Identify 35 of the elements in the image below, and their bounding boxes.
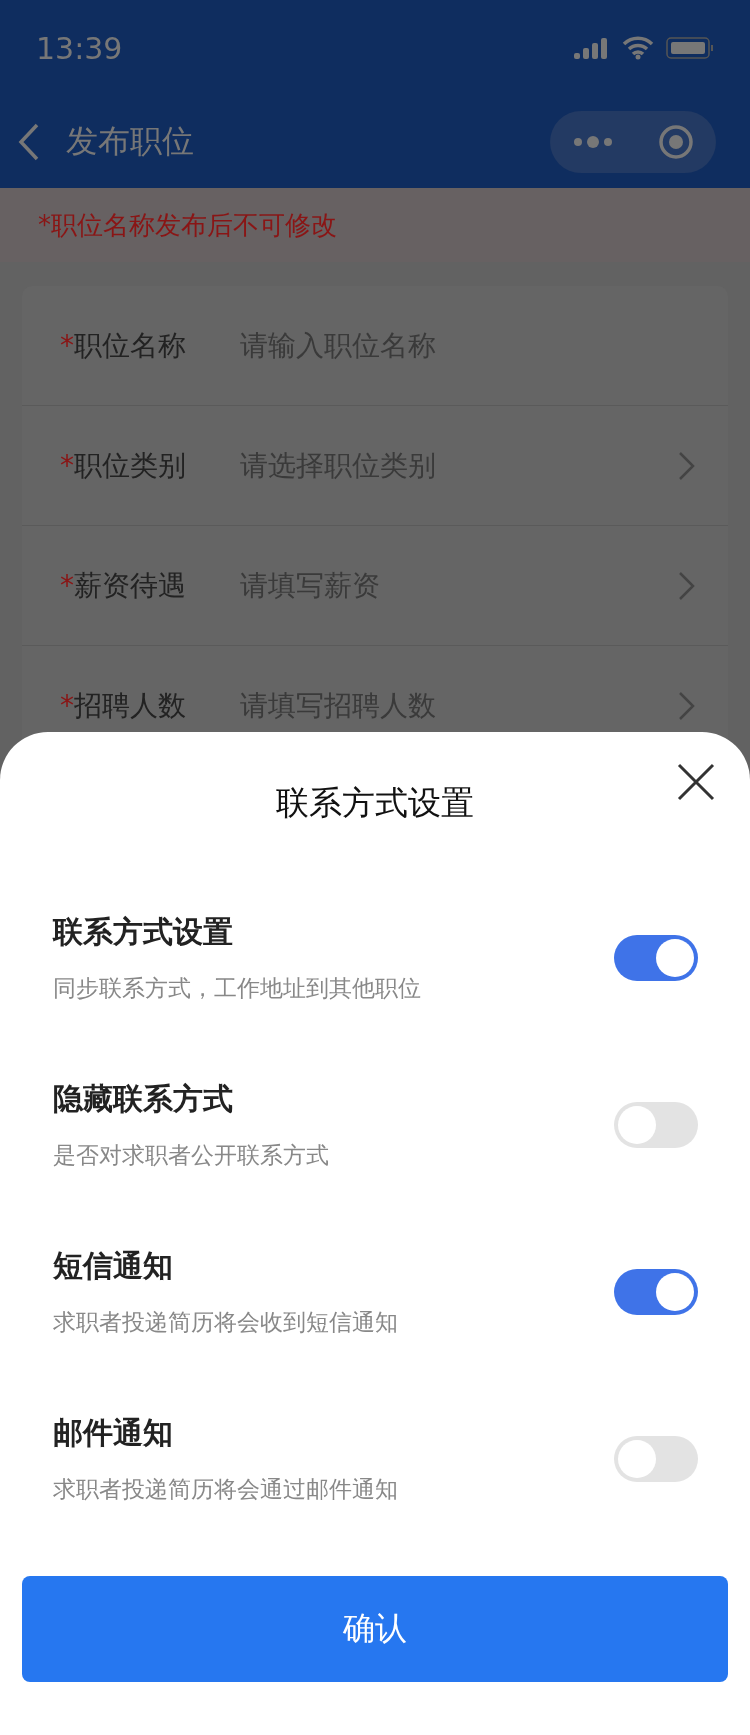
field-label: 薪资待遇	[74, 567, 186, 604]
toggle-switch[interactable]	[614, 1101, 698, 1148]
field-label: 招聘人数	[74, 687, 186, 724]
chevron-icon	[678, 450, 696, 481]
setting-description: 同步联系方式，工作地址到其他职位	[53, 973, 422, 1003]
setting-title: 联系方式设置	[53, 912, 234, 951]
setting-title: 隐藏联系方式	[53, 1079, 234, 1118]
record-icon[interactable]	[657, 124, 694, 160]
wifi-icon	[622, 36, 654, 60]
setting-title: 短信通知	[53, 1246, 174, 1285]
toggle-switch[interactable]	[614, 934, 698, 981]
setting-description: 求职者投递简历将会通过邮件通知	[53, 1474, 399, 1504]
required-mark: *	[60, 688, 74, 722]
required-mark: *	[60, 448, 74, 482]
signal-icon	[574, 37, 610, 59]
more-icon[interactable]	[572, 135, 613, 149]
chevron-icon	[678, 690, 696, 721]
setting-title: 邮件通知	[53, 1413, 174, 1452]
back-icon[interactable]	[18, 123, 40, 161]
setting-description: 求职者投递简历将会收到短信通知	[53, 1307, 399, 1337]
sheet-title: 联系方式设置	[276, 781, 474, 824]
field-label: 职位类别	[74, 447, 186, 484]
battery-icon	[666, 36, 714, 60]
notice-text: *职位名称发布后不可修改	[0, 188, 750, 262]
field-label: 职位名称	[74, 327, 186, 364]
page-title: 发布职位	[66, 121, 195, 162]
required-mark: *	[60, 328, 74, 362]
status-time: 13:39	[36, 30, 123, 66]
required-mark: *	[60, 568, 74, 602]
chevron-icon	[678, 570, 696, 601]
toggle-switch[interactable]	[614, 1435, 698, 1482]
close-button[interactable]	[676, 762, 716, 802]
confirm-button[interactable]: 确认	[22, 1576, 728, 1682]
setting-description: 是否对求职者公开联系方式	[53, 1140, 330, 1170]
toggle-switch[interactable]	[614, 1268, 698, 1315]
